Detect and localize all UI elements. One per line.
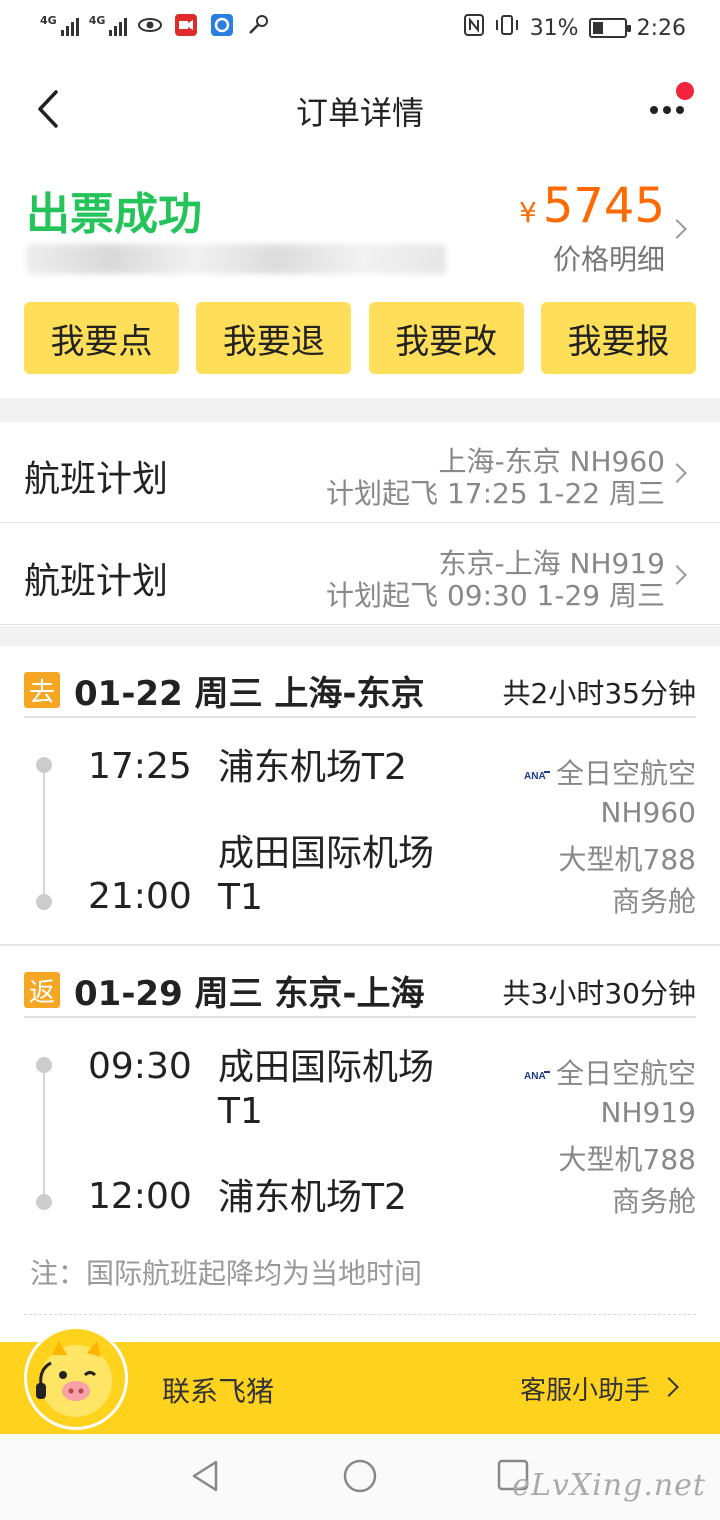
segment-duration: 共3小时30分钟 bbox=[502, 977, 696, 1010]
status-bar: 4G 4G 31% 2:26 bbox=[0, 0, 720, 62]
departure-airport-terminal: T1 bbox=[218, 1091, 263, 1132]
departure-airport: 浦东机场T2 bbox=[218, 747, 407, 788]
action-buttons: 我要点 我要退 我要改 我要报 bbox=[24, 302, 696, 374]
departure-airport-name: 成田国际机场 bbox=[218, 1047, 435, 1088]
clock: 2:26 bbox=[636, 15, 686, 41]
airline-name: ANA 全日空航空 bbox=[523, 1052, 696, 1092]
vibrate-icon bbox=[494, 14, 520, 42]
svg-text:ANA: ANA bbox=[524, 1071, 546, 1081]
price-value: 5745 bbox=[542, 178, 665, 234]
local-time-note: 注：国际航班起降均为当地时间 bbox=[30, 1257, 423, 1290]
chevron-right-icon bbox=[667, 565, 687, 585]
flight-plan-label: 航班计划 bbox=[24, 561, 169, 602]
timeline-line bbox=[43, 1070, 45, 1200]
flight-plan-row[interactable]: 航班计划 上海-东京 NH960 计划起飞 17:25 1-22 周三 bbox=[0, 422, 720, 523]
svg-text:ANA: ANA bbox=[524, 771, 546, 781]
arrival-airport-terminal: T1 bbox=[218, 877, 263, 918]
chevron-right-icon bbox=[667, 463, 687, 483]
departure-time: 17:25 bbox=[88, 746, 192, 787]
arrival-airport: 浦东机场T2 bbox=[218, 1177, 407, 1218]
nfc-icon bbox=[463, 14, 484, 42]
arrival-airport: 成田国际机场 T1 bbox=[218, 832, 434, 920]
video-app-icon bbox=[173, 14, 199, 36]
cabin-class: 商务舱 bbox=[611, 1185, 696, 1218]
dashed-divider bbox=[24, 1314, 696, 1315]
battery-icon bbox=[588, 18, 631, 38]
fliggy-mascot-icon[interactable] bbox=[24, 1326, 128, 1430]
airline-label: 全日空航空 bbox=[555, 1057, 696, 1090]
currency-symbol: ¥ bbox=[519, 196, 537, 229]
battery-percent: 31% bbox=[529, 15, 579, 41]
segment-title: 01-22 周三 上海-东京 bbox=[74, 674, 425, 714]
ana-logo-icon: ANA bbox=[523, 769, 550, 781]
airline-label: 全日空航空 bbox=[555, 757, 696, 790]
signal-icon: 4G bbox=[89, 14, 128, 36]
status-left: 4G 4G bbox=[40, 14, 271, 36]
segment-header-return: 返 01-29 周三 东京-上海 共3小时30分钟 bbox=[24, 962, 696, 1018]
segment-duration: 共2小时35分钟 bbox=[502, 677, 696, 710]
eye-icon bbox=[137, 14, 163, 36]
status-right: 31% 2:26 bbox=[463, 14, 686, 42]
arrival-airport-name: 成田国际机场 bbox=[218, 833, 435, 874]
notification-badge bbox=[676, 82, 694, 100]
section-divider bbox=[0, 398, 720, 422]
timeline-dot bbox=[36, 1057, 52, 1073]
airline-name: ANA 全日空航空 bbox=[523, 752, 696, 792]
total-price[interactable]: ¥ 5745 bbox=[519, 178, 665, 234]
aircraft-type: 大型机788 bbox=[558, 1143, 696, 1176]
ana-logo-icon: ANA bbox=[523, 1069, 550, 1081]
nav-header: 订单详情 bbox=[0, 62, 720, 158]
action-button-refund[interactable]: 我要退 bbox=[196, 302, 352, 374]
flight-number: NH919 bbox=[600, 1096, 696, 1129]
order-number-blurred bbox=[26, 244, 446, 274]
section-divider bbox=[0, 626, 720, 646]
segment-header-outbound: 去 01-22 周三 上海-东京 共2小时35分钟 bbox=[24, 662, 696, 718]
flight-plan-row[interactable]: 航班计划 东京-上海 NH919 计划起飞 09:30 1-29 周三 bbox=[0, 524, 720, 625]
contact-label: 联系飞猪 bbox=[162, 1375, 275, 1408]
browser-app-icon bbox=[209, 14, 235, 36]
price-detail-link[interactable]: 价格明细 bbox=[553, 238, 665, 278]
segment-title: 01-29 周三 东京-上海 bbox=[74, 974, 425, 1014]
more-dots-icon[interactable] bbox=[646, 82, 694, 132]
signal-icon: 4G bbox=[40, 14, 79, 36]
ticket-status: 出票成功 bbox=[26, 189, 202, 240]
chevron-right-icon bbox=[667, 219, 687, 239]
watermark: eLvXing.net bbox=[512, 1468, 706, 1503]
key-icon bbox=[245, 14, 271, 36]
timeline-dot bbox=[36, 1194, 52, 1210]
nav-home-icon[interactable] bbox=[342, 1458, 378, 1494]
arrival-time: 12:00 bbox=[88, 1176, 192, 1217]
action-button-reimburse[interactable]: 我要报 bbox=[540, 302, 696, 374]
cabin-class: 商务舱 bbox=[611, 885, 696, 918]
departure-airport: 成田国际机场 T1 bbox=[218, 1046, 434, 1134]
flight-plan-schedule: 计划起飞 09:30 1-29 周三 bbox=[326, 579, 665, 612]
page-title: 订单详情 bbox=[295, 94, 424, 132]
aircraft-type: 大型机788 bbox=[558, 843, 696, 876]
outbound-tag: 去 bbox=[24, 672, 60, 708]
action-button-comment[interactable]: 我要点 bbox=[24, 302, 179, 374]
departure-time: 09:30 bbox=[88, 1046, 192, 1087]
timeline-dot bbox=[36, 757, 52, 773]
flight-plan-schedule: 计划起飞 17:25 1-22 周三 bbox=[326, 477, 665, 510]
chevron-right-icon bbox=[659, 1377, 679, 1397]
section-divider bbox=[0, 944, 720, 946]
timeline-dot bbox=[36, 894, 52, 910]
network-label-1: 4G bbox=[40, 14, 57, 27]
flight-number: NH960 bbox=[600, 796, 696, 829]
return-tag: 返 bbox=[24, 972, 60, 1008]
arrival-time: 21:00 bbox=[88, 876, 192, 917]
flight-plan-label: 航班计划 bbox=[24, 459, 169, 500]
customer-service-link[interactable]: 客服小助手 bbox=[520, 1370, 650, 1407]
network-label-2: 4G bbox=[88, 14, 106, 27]
nav-back-icon[interactable] bbox=[188, 1458, 222, 1494]
timeline-line bbox=[43, 770, 45, 900]
action-button-change[interactable]: 我要改 bbox=[368, 302, 524, 374]
